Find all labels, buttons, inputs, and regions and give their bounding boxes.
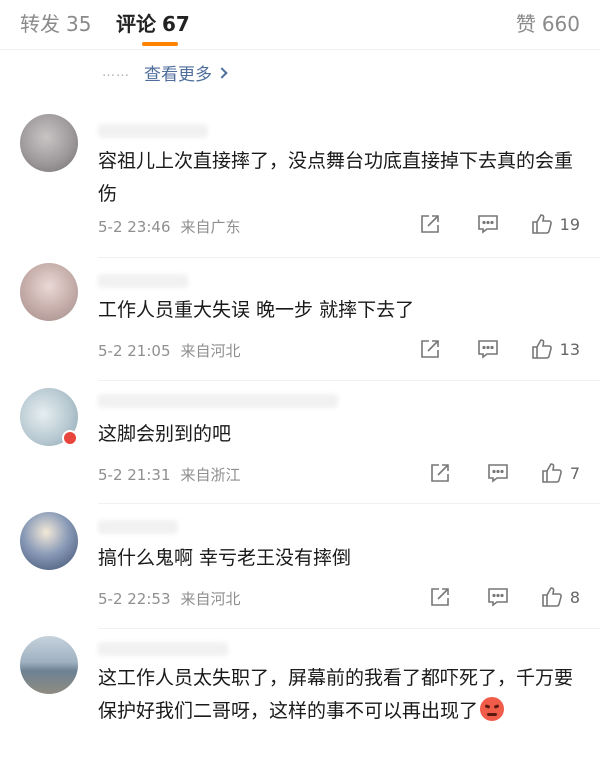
comment-location: 来自河北 (180, 590, 241, 608)
tab-repost-label: 转发 (20, 12, 60, 36)
like-icon (542, 587, 562, 607)
avatar[interactable] (20, 636, 78, 694)
see-more-dots: …… (102, 65, 130, 80)
comment-meta: 5-2 21:31 来自浙江 (98, 464, 241, 485)
tab-likes-label: 赞 (515, 12, 536, 36)
active-tab-indicator (142, 42, 178, 46)
comment-meta: 5-2 22:53 来自河北 (98, 588, 241, 609)
tab-likes[interactable]: 赞 660 (516, 8, 580, 37)
username[interactable] (98, 394, 338, 408)
like-button[interactable]: 8 (540, 585, 580, 609)
username[interactable] (98, 642, 228, 656)
share-icon[interactable] (428, 461, 452, 485)
tab-likes-count: 660 (541, 12, 580, 36)
tab-divider (0, 49, 600, 50)
like-icon (542, 463, 562, 483)
like-count: 8 (569, 587, 580, 607)
comment-location: 来自广东 (180, 218, 241, 236)
comment-time: 5-2 21:31 (98, 466, 171, 484)
like-button[interactable]: 7 (540, 461, 580, 485)
comment-text: 工作人员重大失误 晚一步 就摔下去了 (98, 299, 415, 321)
comment-text: 这脚会别到的吧 (98, 423, 232, 445)
tab-comments-count: 67 (162, 12, 190, 36)
comment-divider (98, 503, 600, 504)
comment-time: 5-2 21:05 (98, 342, 171, 360)
badge-icon (62, 430, 78, 446)
comment-text: 搞什么鬼啊 幸亏老王没有摔倒 (98, 547, 352, 569)
like-button[interactable]: 19 (530, 212, 580, 236)
comment-icon[interactable] (476, 337, 500, 361)
comment-icon[interactable] (476, 212, 500, 236)
comment-actions: 19 (384, 212, 580, 236)
comment-text: 容祖儿上次直接摔了，没点舞台功底直接掉下去真的会重伤 (98, 150, 574, 205)
comment-divider (98, 628, 600, 629)
avatar[interactable] (20, 512, 78, 570)
tab-comments-label: 评论 (116, 12, 156, 36)
username[interactable] (98, 124, 208, 138)
see-more-link[interactable]: …… 查看更多 (102, 60, 228, 85)
tab-repost[interactable]: 转发 35 (20, 8, 91, 37)
comment-time: 5-2 22:53 (98, 590, 171, 608)
comment-icon[interactable] (486, 461, 510, 485)
comment-actions: 8 (394, 585, 580, 609)
angry-emoji-icon (480, 697, 505, 721)
comment-meta: 5-2 23:46 来自广东 (98, 216, 241, 237)
tab-comments[interactable]: 评论 67 (116, 8, 190, 37)
avatar[interactable] (20, 114, 78, 172)
comment-time: 5-2 23:46 (98, 218, 171, 236)
like-icon (531, 339, 552, 359)
tab-repost-count: 35 (66, 12, 92, 36)
tab-bar: 转发 35 评论 67 赞 660 (0, 0, 600, 46)
comment-actions: 7 (394, 461, 580, 485)
avatar[interactable] (20, 263, 78, 321)
chevron-right-icon (216, 66, 228, 79)
like-button[interactable]: 13 (530, 337, 580, 361)
comment-location: 来自浙江 (180, 466, 241, 484)
username[interactable] (98, 274, 188, 288)
share-icon[interactable] (418, 212, 442, 236)
share-icon[interactable] (428, 585, 452, 609)
see-more-label: 查看更多 (144, 65, 212, 85)
comment-divider (98, 380, 600, 381)
like-count: 19 (559, 214, 580, 234)
like-icon (531, 214, 552, 234)
username[interactable] (98, 520, 178, 534)
comment-actions: 13 (384, 337, 580, 361)
comment-icon[interactable] (486, 585, 510, 609)
share-icon[interactable] (418, 337, 442, 361)
comment-divider (98, 257, 600, 258)
like-count: 7 (569, 463, 580, 483)
comment-text: 这工作人员太失职了，屏幕前的我看了都吓死了，千万要保护好我们二哥呀，这样的事不可… (98, 662, 578, 728)
comment-meta: 5-2 21:05 来自河北 (98, 340, 241, 361)
like-count: 13 (559, 339, 580, 359)
comment-location: 来自河北 (180, 342, 241, 360)
